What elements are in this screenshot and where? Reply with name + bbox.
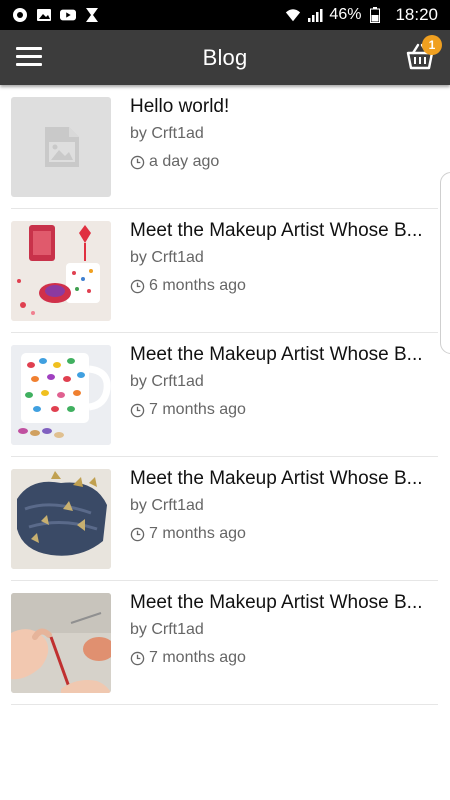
post-time-text: 6 months ago — [149, 277, 246, 294]
clock-time: 18:20 — [395, 5, 438, 24]
post-author: by Crft1ad — [130, 621, 204, 638]
post-time: 7 months ago — [130, 648, 438, 668]
cart-count-badge: 1 — [422, 35, 442, 55]
status-bar: 46% 18:20 — [0, 0, 450, 30]
post-time: 7 months ago — [130, 400, 438, 420]
post-list: Hello world! by Crft1ad a day ago Meet t… — [0, 85, 450, 705]
post-info: Meet the Makeup Artist Whose B... by Crf… — [130, 219, 438, 296]
post-time: 6 months ago — [130, 276, 438, 296]
list-item[interactable]: Meet the Makeup Artist Whose B... by Crf… — [11, 333, 438, 457]
post-author: by Crft1ad — [130, 125, 204, 142]
post-time: a day ago — [130, 152, 438, 172]
post-time-text: 7 months ago — [149, 649, 246, 666]
post-info: Hello world! by Crft1ad a day ago — [130, 95, 438, 172]
battery-icon — [367, 7, 383, 23]
circle-app-icon — [12, 7, 28, 23]
clock-icon — [130, 651, 145, 665]
post-info: Meet the Makeup Artist Whose B... by Crf… — [130, 467, 438, 544]
post-time-text: 7 months ago — [149, 401, 246, 418]
system-indicators: 46% 18:20 — [285, 5, 438, 25]
shopping-basket-icon[interactable]: 1 — [404, 35, 442, 73]
post-time: 7 months ago — [130, 524, 438, 544]
post-title: Meet the Makeup Artist Whose B... — [130, 468, 423, 489]
hourglass-icon — [84, 7, 100, 23]
post-author: by Crft1ad — [130, 249, 204, 266]
list-item[interactable]: Meet the Makeup Artist Whose B... by Crf… — [11, 457, 438, 581]
battery-percent: 46% — [329, 6, 362, 23]
post-thumbnail — [11, 97, 111, 197]
craft-mug-image — [11, 221, 111, 321]
hands-crafting-image — [11, 593, 111, 693]
gallery-icon — [36, 7, 52, 23]
post-time-text: a day ago — [149, 153, 220, 170]
list-item[interactable]: Hello world! by Crft1ad a day ago — [11, 85, 438, 209]
youtube-icon — [60, 7, 76, 23]
post-title: Meet the Makeup Artist Whose B... — [130, 220, 423, 241]
post-thumbnail — [11, 593, 111, 693]
post-title: Meet the Makeup Artist Whose B... — [130, 592, 423, 613]
clock-icon — [130, 155, 145, 169]
denim-bag-image — [11, 469, 111, 569]
post-author: by Crft1ad — [130, 373, 204, 390]
post-thumbnail — [11, 345, 111, 445]
signal-icon — [307, 7, 323, 23]
app-bar: Blog 1 — [0, 30, 450, 85]
post-author: by Crft1ad — [130, 497, 204, 514]
edge-panel-handle[interactable] — [440, 172, 450, 354]
post-time-text: 7 months ago — [149, 525, 246, 542]
clock-icon — [130, 527, 145, 541]
image-placeholder-icon — [45, 127, 79, 167]
page-title: Blog — [202, 44, 248, 70]
post-thumbnail — [11, 221, 111, 321]
wifi-icon — [285, 7, 301, 23]
post-thumbnail — [11, 469, 111, 569]
notification-icons — [12, 7, 100, 23]
list-item[interactable]: Meet the Makeup Artist Whose B... by Crf… — [11, 209, 438, 333]
menu-icon[interactable] — [16, 47, 42, 67]
painted-mug-image — [11, 345, 111, 445]
clock-icon — [130, 279, 145, 293]
post-title: Hello world! — [130, 96, 230, 117]
list-item[interactable]: Meet the Makeup Artist Whose B... by Crf… — [11, 581, 438, 705]
post-info: Meet the Makeup Artist Whose B... by Crf… — [130, 591, 438, 668]
post-info: Meet the Makeup Artist Whose B... by Crf… — [130, 343, 438, 420]
clock-icon — [130, 403, 145, 417]
post-title: Meet the Makeup Artist Whose B... — [130, 344, 423, 365]
